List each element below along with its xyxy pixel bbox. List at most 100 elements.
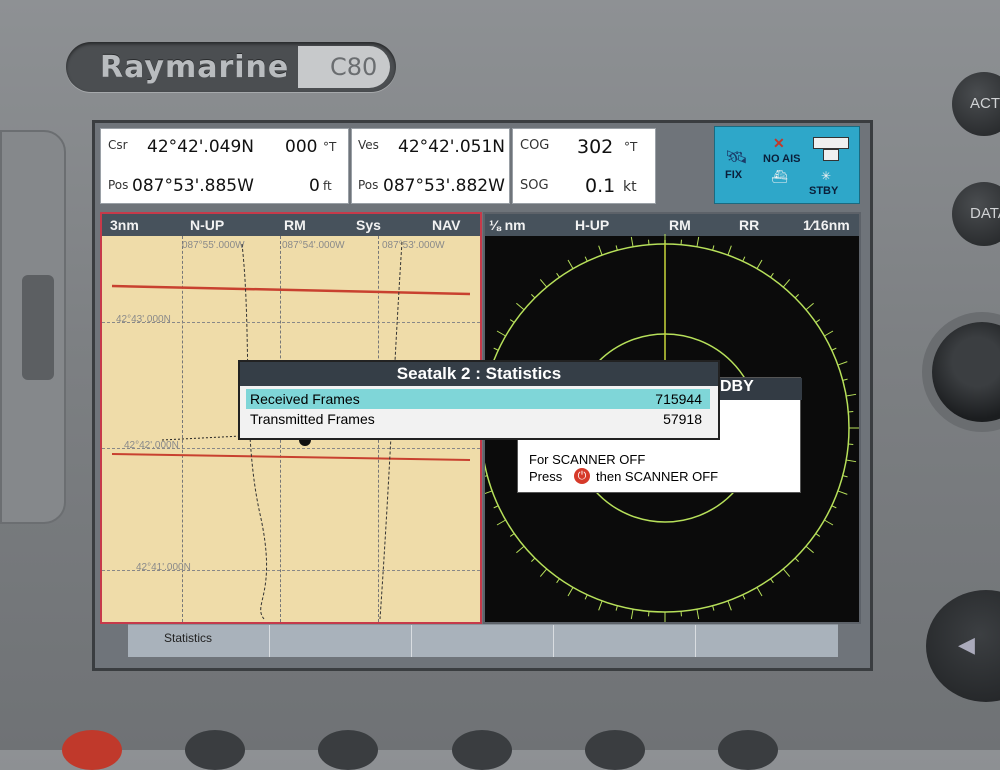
bearing-tick bbox=[713, 245, 714, 250]
softkey-4[interactable] bbox=[554, 625, 696, 657]
stats-row-label: Transmitted Frames bbox=[250, 411, 375, 427]
brand-logo: Raymarine bbox=[100, 50, 289, 85]
softkey-statistics[interactable]: Statistics bbox=[128, 625, 270, 657]
vessel-label: Ves bbox=[358, 138, 379, 152]
softkey-label: Statistics bbox=[164, 631, 212, 645]
bearing-tick bbox=[557, 273, 560, 277]
bearing-tick bbox=[843, 476, 848, 477]
bearing-tick bbox=[557, 579, 560, 583]
bearing-tick bbox=[728, 601, 731, 610]
bearing-tick bbox=[494, 506, 499, 508]
bearing-tick bbox=[568, 260, 573, 269]
ais-x-icon: ✕ bbox=[773, 135, 785, 152]
bearing-tick bbox=[697, 237, 699, 247]
sog-value: 0.1 bbox=[585, 175, 615, 197]
cog-unit: °T bbox=[624, 140, 637, 154]
bearing-tick bbox=[771, 579, 774, 583]
cog-value: 302 bbox=[577, 136, 613, 158]
bearing-tick bbox=[824, 331, 833, 336]
softkey-button-3[interactable] bbox=[452, 730, 512, 770]
bearing-tick bbox=[713, 606, 714, 611]
left-arrow-icon: ◀ bbox=[958, 632, 975, 658]
stats-row-label: Received Frames bbox=[250, 391, 360, 407]
statistics-dialog: Seatalk 2 : Statistics Received Frames 7… bbox=[238, 360, 720, 440]
softkey-button-2[interactable] bbox=[318, 730, 378, 770]
bearing-tick bbox=[757, 260, 762, 269]
boat-icon: ⛴ bbox=[771, 169, 788, 185]
bearing-tick bbox=[585, 595, 587, 600]
bearing-tick bbox=[757, 587, 762, 596]
bearing-tick bbox=[510, 534, 514, 537]
softkey-button-4[interactable] bbox=[585, 730, 645, 770]
stats-row-transmitted[interactable]: Transmitted Frames 57918 bbox=[246, 409, 710, 429]
softkey-3[interactable] bbox=[412, 625, 554, 657]
rotary-knob[interactable] bbox=[932, 322, 1000, 422]
bearing-tick bbox=[631, 237, 633, 247]
cog-label: COG bbox=[520, 138, 549, 153]
bearing-tick bbox=[531, 558, 535, 562]
sog-label: SOG bbox=[520, 178, 549, 193]
sog-unit: kt bbox=[623, 179, 637, 195]
radar-standby-status: STBY bbox=[809, 185, 838, 197]
cursor-range-unit: ft bbox=[323, 179, 332, 193]
bearing-tick bbox=[832, 348, 837, 350]
bearing-tick bbox=[599, 601, 602, 610]
bearing-tick bbox=[510, 320, 514, 323]
vessel-longitude: 087°53'.882W bbox=[383, 176, 505, 196]
softkey-button-5[interactable] bbox=[718, 730, 778, 770]
cursor-label: Csr bbox=[108, 138, 128, 152]
scanner-off-instruction: then SCANNER OFF bbox=[596, 469, 718, 484]
bearing-tick bbox=[631, 609, 633, 619]
cursor-bearing: 000 bbox=[285, 137, 317, 157]
bearing-tick bbox=[697, 609, 699, 619]
status-panel: 🛰 FIX ✕ NO AIS ⛴ ✳ STBY bbox=[714, 126, 860, 204]
bearing-tick bbox=[585, 257, 587, 262]
power-button[interactable] bbox=[62, 730, 122, 770]
bearing-tick bbox=[743, 595, 745, 600]
cursor-pos-label: Pos bbox=[108, 178, 128, 192]
bearing-tick bbox=[568, 587, 573, 596]
bearing-tick bbox=[783, 279, 789, 287]
radar-pedestal-icon bbox=[823, 149, 839, 161]
softkey-5[interactable] bbox=[696, 625, 837, 657]
bearing-tick bbox=[806, 546, 814, 552]
press-label: Press bbox=[529, 469, 562, 484]
radar-dialog-title: DBY bbox=[718, 378, 802, 400]
act-button-label: ACT bbox=[970, 95, 1000, 112]
stats-row-received[interactable]: Received Frames 715944 bbox=[246, 389, 710, 409]
cursor-longitude: 087°53'.885W bbox=[132, 176, 254, 196]
bearing-tick bbox=[516, 546, 524, 552]
bearing-tick bbox=[806, 303, 814, 309]
radar-antenna-icon bbox=[813, 137, 849, 149]
softkey-button-1[interactable] bbox=[185, 730, 245, 770]
vessel-data-panel: Ves 42°42'.051N Pos 087°53'.882W bbox=[351, 128, 510, 204]
bearing-tick bbox=[599, 246, 602, 255]
act-button[interactable]: ACT bbox=[952, 72, 1000, 136]
bearing-tick bbox=[497, 520, 506, 525]
bearing-tick bbox=[795, 558, 799, 562]
bearing-tick bbox=[832, 506, 837, 508]
course-data-panel: COG 302 °T SOG 0.1 kt bbox=[512, 128, 656, 204]
cursor-range: 0 bbox=[309, 176, 320, 196]
track-line bbox=[112, 286, 470, 294]
bearing-tick bbox=[846, 460, 856, 462]
bearing-tick bbox=[516, 303, 524, 309]
bearing-tick bbox=[728, 246, 731, 255]
vessel-latitude: 42°42'.051N bbox=[398, 137, 505, 157]
card-slot-latch[interactable] bbox=[22, 275, 54, 380]
cursor-latitude: 42°42'.049N bbox=[147, 137, 254, 157]
bearing-tick bbox=[743, 257, 745, 262]
vessel-pos-label: Pos bbox=[358, 178, 378, 192]
data-button[interactable]: DATA bbox=[952, 182, 1000, 246]
snowflake-icon: ✳ bbox=[821, 169, 831, 183]
stats-row-value: 57918 bbox=[663, 411, 702, 427]
bearing-tick bbox=[783, 569, 789, 577]
bearing-tick bbox=[795, 294, 799, 298]
power-icon: ⏻ bbox=[574, 468, 590, 484]
softkey-2[interactable] bbox=[270, 625, 412, 657]
bearing-tick bbox=[540, 279, 546, 287]
model-label: C80 bbox=[330, 53, 377, 81]
bearing-tick bbox=[540, 569, 546, 577]
statistics-title: Seatalk 2 : Statistics bbox=[240, 362, 718, 386]
bearing-tick bbox=[824, 520, 833, 525]
